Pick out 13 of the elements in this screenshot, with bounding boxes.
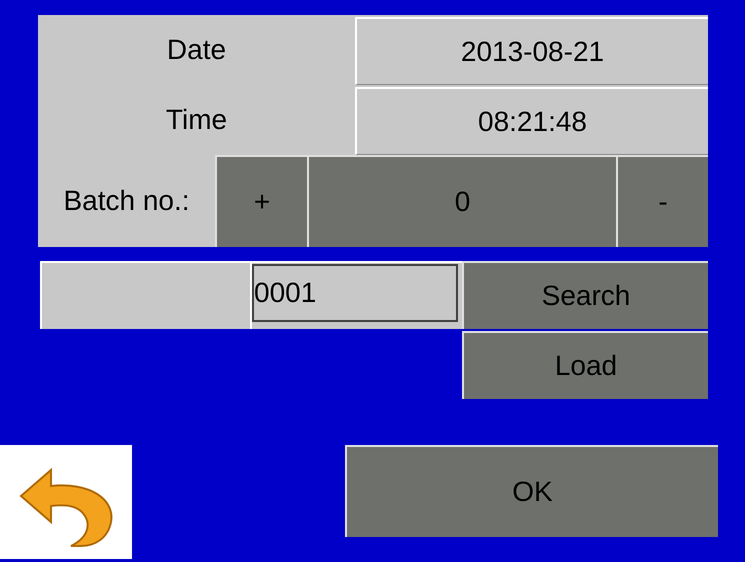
ok-button[interactable]: OK	[345, 445, 718, 537]
search-button[interactable]: Search	[462, 261, 708, 329]
decrement-button[interactable]: -	[616, 155, 708, 247]
batch-value: 0	[307, 155, 616, 247]
load-button[interactable]: Load	[462, 331, 708, 399]
field-label: Date	[166, 33, 228, 67]
back-button[interactable]	[0, 445, 132, 559]
field-value: 2013-08-21	[355, 17, 708, 85]
field-label: Time	[164, 103, 228, 137]
field-value: 08:21:48	[355, 87, 708, 155]
batch-input[interactable]: 0001	[252, 264, 458, 322]
batch-label: Batch no.:	[62, 184, 191, 218]
increment-button[interactable]: +	[215, 155, 307, 247]
